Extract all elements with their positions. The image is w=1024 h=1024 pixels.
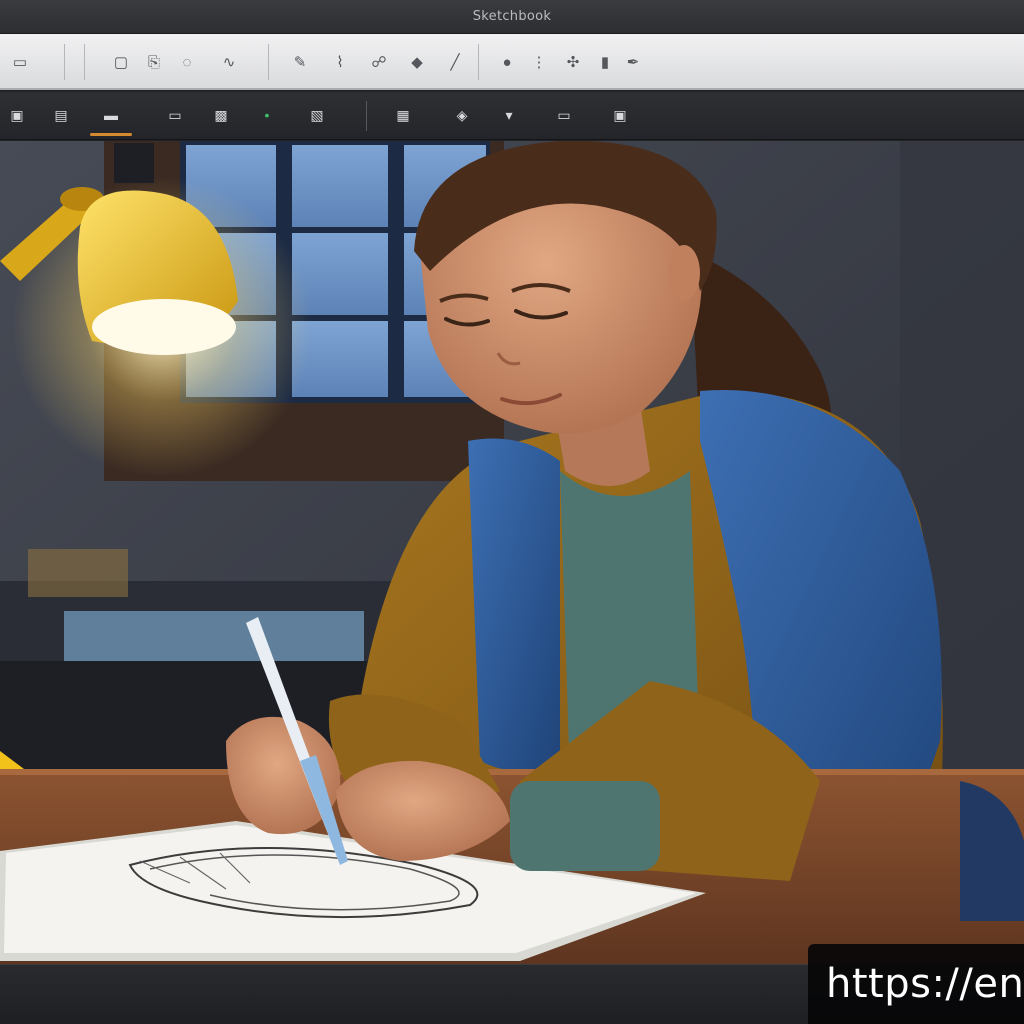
layers-icon[interactable]: ▤ bbox=[44, 98, 78, 132]
window-title: Sketchbook bbox=[472, 9, 552, 24]
line-icon[interactable]: ╱ bbox=[438, 44, 472, 80]
symmetry-icon[interactable]: ⋮ bbox=[522, 44, 556, 80]
camera-icon[interactable]: ▣ bbox=[603, 98, 637, 132]
toolbar-divider bbox=[64, 44, 65, 80]
select-icon[interactable]: ◌ bbox=[170, 44, 204, 80]
layout-icon[interactable]: ▭ bbox=[0, 44, 40, 80]
toolbar-divider bbox=[268, 44, 269, 80]
dropper-icon[interactable]: ▾ bbox=[492, 98, 526, 132]
toolbar-divider bbox=[84, 44, 85, 80]
illustration-artwork bbox=[0, 141, 1024, 964]
new-icon[interactable]: ▢ bbox=[104, 44, 138, 80]
smudge-icon[interactable]: ☍ bbox=[362, 44, 396, 80]
image-icon[interactable]: ▧ bbox=[300, 98, 334, 132]
fill-icon[interactable]: ◆ bbox=[400, 44, 434, 80]
fill-bucket-icon[interactable]: ◈ bbox=[445, 98, 479, 132]
ruler-icon[interactable]: ▭ bbox=[158, 98, 192, 132]
brush-icon[interactable]: ⌇ bbox=[323, 44, 357, 80]
toolbar-divider bbox=[478, 44, 479, 80]
brush-preset-icon[interactable]: ▬ bbox=[90, 98, 132, 136]
color-dot-icon[interactable]: • bbox=[250, 98, 284, 132]
save-icon[interactable]: ⎘ bbox=[137, 44, 171, 80]
drawing-canvas[interactable] bbox=[0, 141, 1024, 964]
pen-icon[interactable]: ✒ bbox=[616, 44, 650, 80]
primary-toolbar: ▭ ▢ ⎘ ◌ ∿ ✎ ⌇ ☍ ◆ ╱ ● ⋮ ✣ ▮ ✒ bbox=[0, 34, 1024, 90]
lasso-icon[interactable]: ∿ bbox=[212, 44, 246, 80]
secondary-toolbar: ▣ ▤ ▬ ▭ ▩ • ▧ ▦ ◈ ▾ ▭ ▣ bbox=[0, 92, 1024, 140]
pencil-icon[interactable]: ✎ bbox=[283, 44, 317, 80]
grid-icon[interactable]: ▦ bbox=[386, 98, 420, 132]
watermark-url: https://en- bbox=[826, 961, 1024, 1007]
menu-icon[interactable]: ▣ bbox=[0, 98, 34, 132]
stencil-icon[interactable]: ▩ bbox=[204, 98, 238, 132]
watermark-banner: https://en- bbox=[808, 944, 1024, 1024]
title-bar: Sketchbook bbox=[0, 0, 1024, 34]
color-icon[interactable]: ● bbox=[490, 44, 524, 80]
transform-icon[interactable]: ✣ bbox=[556, 44, 590, 80]
toolbar-divider bbox=[366, 101, 367, 131]
screen-icon[interactable]: ▭ bbox=[547, 98, 581, 132]
